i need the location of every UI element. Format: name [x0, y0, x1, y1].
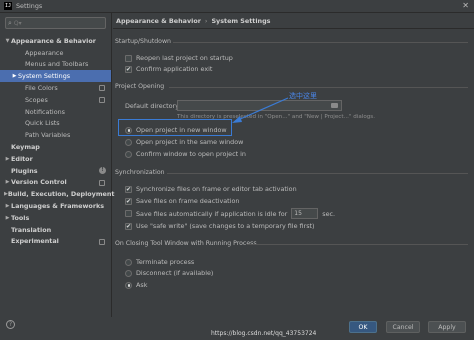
watermark: https://blog.csdn.net/qq_43753724 — [211, 330, 317, 337]
apply-button[interactable]: Apply — [428, 321, 466, 333]
annotation-arrow-line — [237, 97, 289, 121]
cancel-button[interactable]: Cancel — [386, 321, 420, 333]
annotation-arrow — [232, 97, 289, 123]
ok-button[interactable]: OK — [349, 321, 377, 333]
annotation-text: 选中这里 — [289, 92, 317, 100]
annotation-arrow-head — [232, 116, 242, 123]
